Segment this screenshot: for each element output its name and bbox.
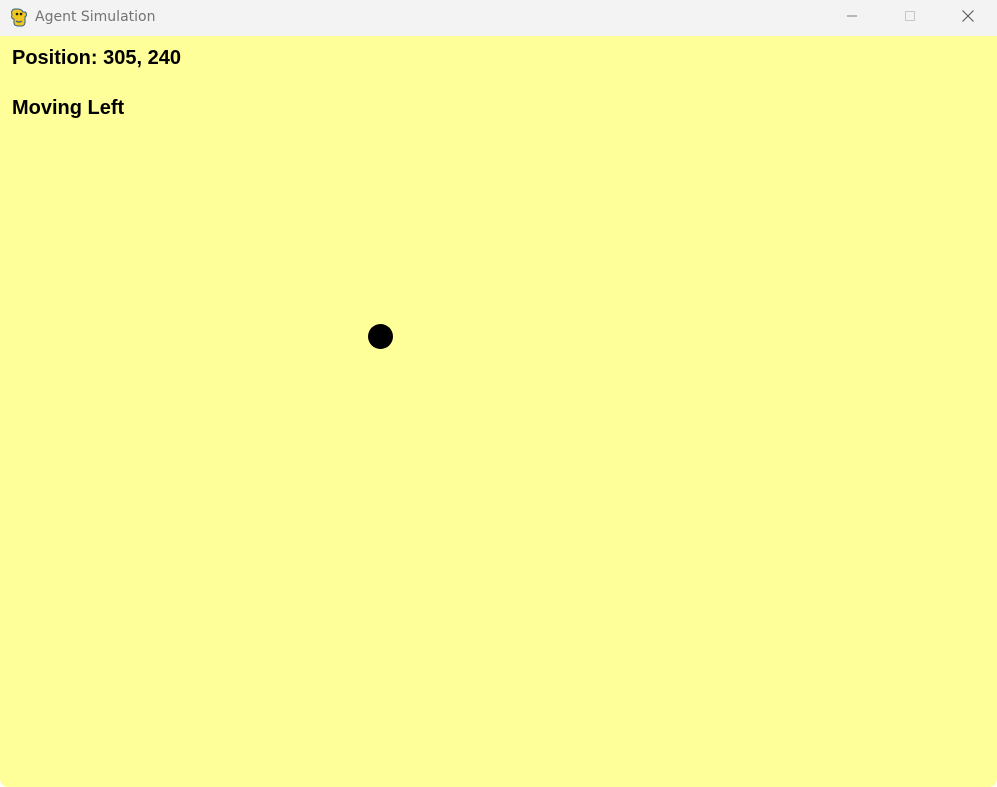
pygame-snake-icon bbox=[10, 7, 28, 27]
title-bar[interactable]: Agent Simulation bbox=[0, 0, 997, 36]
position-readout: Position: 305, 240 bbox=[12, 47, 181, 69]
simulation-canvas[interactable]: Position: 305, 240 Moving Left bbox=[0, 36, 997, 787]
app-window: Agent Simulation Position: 305, 240 Movi… bbox=[0, 0, 997, 787]
close-button[interactable] bbox=[939, 0, 997, 36]
minimize-button[interactable] bbox=[823, 0, 881, 36]
window-title: Agent Simulation bbox=[35, 9, 156, 25]
movement-status: Moving Left bbox=[12, 97, 125, 119]
agent-dot bbox=[368, 324, 393, 349]
minimize-icon bbox=[846, 9, 858, 27]
maximize-button[interactable] bbox=[881, 0, 939, 36]
maximize-icon bbox=[904, 9, 916, 27]
close-icon bbox=[961, 9, 975, 28]
